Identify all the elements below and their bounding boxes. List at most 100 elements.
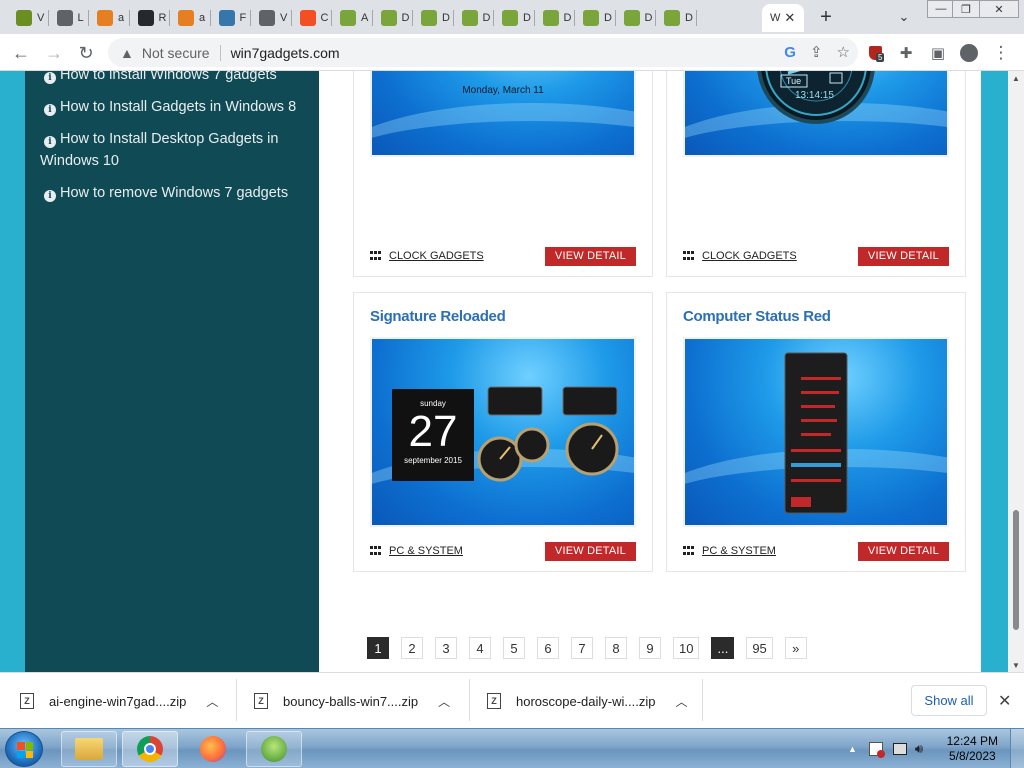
- taskbar-chrome[interactable]: [122, 731, 178, 767]
- profile-avatar-icon[interactable]: [958, 42, 980, 64]
- url-text[interactable]: win7gadgets.com: [231, 45, 340, 61]
- tab-item[interactable]: V: [8, 4, 48, 32]
- side-panel-icon[interactable]: ▣: [927, 42, 949, 64]
- sidebar-item-install-win7[interactable]: i How to install Windows 7 gadgets: [40, 71, 305, 86]
- tab-label: V: [280, 12, 288, 24]
- tab-item[interactable]: A: [332, 4, 372, 32]
- sidebar-item-install-win8[interactable]: i How to Install Gadgets in Windows 8: [40, 96, 305, 118]
- gadget-thumbnail[interactable]: 11:06 Monday, March 11: [370, 71, 636, 157]
- tab-favicon-icon: [340, 10, 356, 26]
- scrollbar-thumb[interactable]: [1011, 508, 1021, 632]
- address-bar[interactable]: ▲ Not secure win7gadgets.com G ⇪ ☆: [108, 38, 858, 67]
- new-tab-button[interactable]: +: [814, 6, 838, 28]
- tab-item[interactable]: a: [170, 4, 210, 32]
- view-detail-button[interactable]: VIEW DETAIL: [857, 541, 949, 561]
- view-detail-button[interactable]: VIEW DETAIL: [544, 246, 636, 266]
- chevron-up-icon[interactable]: ︿: [438, 693, 450, 710]
- info-icon: i: [44, 190, 56, 202]
- tab-favicon-icon: [664, 10, 680, 26]
- tab-search-chevron-icon[interactable]: ⌄: [892, 6, 916, 28]
- view-detail-button[interactable]: VIEW DETAIL: [544, 541, 636, 561]
- tab-item[interactable]: D: [454, 4, 494, 32]
- gadget-thumbnail[interactable]: Tue 13:14:15: [683, 71, 949, 157]
- taskbar-firefox[interactable]: [185, 731, 241, 767]
- taskbar-windows-app[interactable]: [246, 731, 302, 767]
- page-5[interactable]: 5: [503, 637, 525, 659]
- address-bar-icons: G ⇪ ☆: [784, 43, 850, 62]
- action-center-flag-icon[interactable]: [868, 742, 885, 758]
- gadget-title[interactable]: Computer Status Red: [683, 308, 831, 325]
- card-footer: CLOCK GADGETS VIEW DETAIL: [370, 246, 636, 266]
- category-link[interactable]: CLOCK GADGETS: [683, 250, 797, 262]
- taskbar-clock[interactable]: 12:24 PM 5/8/2023: [947, 734, 998, 764]
- tab-item[interactable]: V: [251, 4, 291, 32]
- restore-button[interactable]: ❐: [952, 0, 980, 18]
- tab-item[interactable]: D: [535, 4, 575, 32]
- tab-item[interactable]: D: [575, 4, 615, 32]
- gadget-thumbnail[interactable]: [683, 337, 949, 527]
- scroll-down-arrow-icon[interactable]: ▼: [1008, 658, 1024, 672]
- show-hidden-icons-icon[interactable]: ▲: [848, 744, 857, 754]
- page-next[interactable]: »: [784, 637, 807, 659]
- download-item[interactable]: Z horoscope-daily-wi....zip ︿: [487, 683, 687, 719]
- tab-close-icon[interactable]: ✕: [784, 10, 795, 26]
- show-desktop-button[interactable]: [1010, 729, 1024, 768]
- scroll-up-arrow-icon[interactable]: ▲: [1008, 71, 1024, 85]
- tab-item[interactable]: D: [413, 4, 453, 32]
- volume-icon[interactable]: 🔊︎: [915, 741, 923, 757]
- forward-arrow-icon[interactable]: →: [41, 40, 67, 66]
- page-6[interactable]: 6: [537, 637, 559, 659]
- shield-extension-icon[interactable]: 5: [864, 42, 886, 64]
- taskbar-explorer[interactable]: [61, 731, 117, 767]
- page-8[interactable]: 8: [605, 637, 627, 659]
- download-item[interactable]: Z ai-engine-win7gad....zip ︿: [20, 683, 218, 719]
- tab-item[interactable]: R: [130, 4, 170, 32]
- view-detail-button[interactable]: VIEW DETAIL: [857, 246, 949, 266]
- tab-item[interactable]: a: [89, 4, 129, 32]
- close-downloads-icon[interactable]: ✕: [998, 691, 1011, 711]
- tab-item[interactable]: D: [656, 4, 696, 32]
- page-7[interactable]: 7: [571, 637, 593, 659]
- tab-item[interactable]: D: [494, 4, 534, 32]
- category-link[interactable]: PC & SYSTEM: [370, 545, 463, 557]
- page-4[interactable]: 4: [469, 637, 491, 659]
- minimize-button[interactable]: —: [927, 0, 955, 18]
- reload-icon[interactable]: ↻: [73, 40, 99, 66]
- tab-active[interactable]: W ✕: [762, 4, 804, 32]
- page-9[interactable]: 9: [639, 637, 661, 659]
- chevron-up-icon[interactable]: ︿: [206, 693, 218, 710]
- gadget-title[interactable]: Signature Reloaded: [370, 308, 506, 325]
- page-2[interactable]: 2: [401, 637, 423, 659]
- page-scrollbar[interactable]: ▲ ▼: [1008, 71, 1024, 672]
- show-all-button[interactable]: Show all: [911, 685, 987, 716]
- sidebar-item-remove-win7[interactable]: i How to remove Windows 7 gadgets: [40, 182, 305, 204]
- tab-item[interactable]: D: [373, 4, 413, 32]
- bookmark-star-icon[interactable]: ☆: [837, 43, 850, 61]
- puzzle-extensions-icon[interactable]: ✚: [895, 42, 917, 64]
- network-icon[interactable]: [892, 743, 907, 755]
- page-1[interactable]: 1: [367, 637, 389, 659]
- chevron-up-icon[interactable]: ︿: [675, 693, 687, 710]
- category-link[interactable]: PC & SYSTEM: [683, 545, 776, 557]
- menu-kebab-icon[interactable]: ⋮: [990, 42, 1012, 64]
- close-window-button[interactable]: ✕: [979, 0, 1019, 18]
- tab-label: a: [118, 12, 125, 24]
- page-95[interactable]: 95: [746, 637, 773, 659]
- tab-item[interactable]: C: [292, 4, 332, 32]
- page-3[interactable]: 3: [435, 637, 457, 659]
- sidebar-item-install-win10[interactable]: i How to Install Desktop Gadgets in Windo…: [40, 128, 305, 172]
- tab-item[interactable]: D: [616, 4, 656, 32]
- share-icon[interactable]: ⇪: [810, 43, 823, 61]
- info-icon: i: [44, 136, 56, 148]
- start-button[interactable]: [5, 731, 43, 767]
- warning-icon[interactable]: ▲: [120, 45, 134, 61]
- download-item[interactable]: Z bouncy-balls-win7....zip ︿: [254, 683, 450, 719]
- gadget-thumbnail[interactable]: sunday 27 september 2015: [370, 337, 636, 527]
- category-link[interactable]: CLOCK GADGETS: [370, 250, 484, 262]
- page-10[interactable]: 10: [673, 637, 700, 659]
- back-arrow-icon[interactable]: ←: [8, 40, 34, 66]
- google-translate-icon[interactable]: G: [784, 44, 796, 61]
- tab-item[interactable]: L: [49, 4, 89, 32]
- tab-item[interactable]: F: [211, 4, 251, 32]
- tab-favicon-icon: [502, 10, 518, 26]
